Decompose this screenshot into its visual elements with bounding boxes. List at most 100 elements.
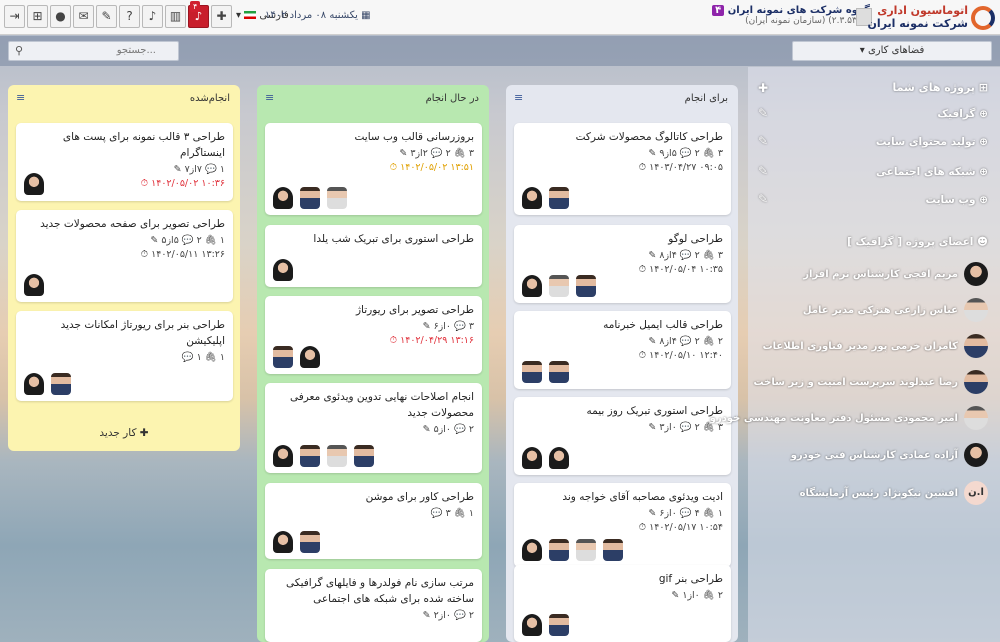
member-item[interactable]: رضا عبدلوند سرپرست امنیت و زیر ساخت bbox=[754, 370, 988, 394]
avatar bbox=[273, 187, 293, 209]
avatar bbox=[300, 445, 320, 467]
current-date: ▦ یکشنبه ۰۸ مرداد ۱۴۰۲ bbox=[265, 10, 371, 21]
puzzle-icon[interactable]: ✚ bbox=[211, 5, 232, 28]
avatar bbox=[576, 539, 596, 561]
member-item[interactable]: مریم افچی کارشناس نرم افزار bbox=[803, 262, 988, 286]
task-card[interactable]: ادیت ویدئوی مصاحبه آقای خواجه وند ۱ 🖇 ۴ 💬… bbox=[514, 483, 731, 567]
edit-icon[interactable]: ✎ bbox=[758, 192, 768, 206]
search-input[interactable]: جستجو... ⚲ bbox=[8, 41, 179, 61]
task-card[interactable]: طراحی ۳ قالب نمونه برای پست های اینستاگر… bbox=[16, 123, 233, 201]
avatar bbox=[522, 187, 542, 209]
task-card[interactable]: طراحی کاتالوگ محصولات شرکت ۳ 🖇 ۲ 💬 ۵از۹ ✎… bbox=[514, 123, 731, 215]
avatar bbox=[549, 614, 569, 636]
avatar bbox=[576, 275, 596, 297]
column-menu-icon[interactable]: ≡ bbox=[16, 91, 25, 104]
project-item[interactable]: ⊕ شبکه های اجتماعی bbox=[876, 166, 988, 178]
task-card[interactable]: طراحی تصویر برای صفحه محصولات جدید ۱ 🖇 ۲ … bbox=[16, 210, 233, 302]
avatar bbox=[964, 406, 988, 430]
avatar bbox=[273, 346, 293, 368]
task-card[interactable]: طراحی بنر برای ریورتاژ امکانات جدید اپلی… bbox=[16, 311, 233, 401]
column-todo: برای انجام ≡ طراحی کاتالوگ محصولات شرکت ۳… bbox=[506, 85, 738, 642]
help-icon[interactable]: ? bbox=[119, 5, 140, 28]
projects-title: ⊞ پروژه های شما bbox=[892, 81, 988, 94]
task-card[interactable]: طراحی استوری تبریک روز بیمه ۳ 🖇 ۲ 💬 ۰از۳ … bbox=[514, 397, 731, 475]
avatar bbox=[549, 275, 569, 297]
iran-flag-icon bbox=[244, 11, 257, 19]
org-subtitle: (۲.۳.۵۳۰۱) (سازمان نمونه ایران) bbox=[745, 16, 870, 26]
org-chart-icon[interactable]: ⊞ bbox=[27, 5, 48, 28]
project-item[interactable]: ⊕ وب سایت bbox=[925, 194, 988, 206]
chat-icon[interactable]: ✉ bbox=[73, 5, 94, 28]
avatar bbox=[964, 370, 988, 394]
edit-icon[interactable]: ✎ bbox=[758, 106, 768, 120]
avatar-initials: ا.ن bbox=[964, 481, 988, 505]
task-card[interactable]: طراحی قالب ایمیل خبرنامه ۲ 🖇 ۲ 💬 ۴از۸ ✎ ۱۲… bbox=[514, 311, 731, 389]
avatar bbox=[549, 539, 569, 561]
logout-icon[interactable]: ⇥ bbox=[4, 5, 25, 28]
task-card[interactable]: مرتب سازی نام فولدرها و فایلهای گرافیکی … bbox=[265, 569, 482, 642]
avatar bbox=[522, 275, 542, 297]
message-icon[interactable]: ✎ bbox=[96, 5, 117, 28]
task-card[interactable]: طراحی استوری برای تبریک شب یلدا bbox=[265, 225, 482, 287]
avatar bbox=[273, 259, 293, 281]
avatar bbox=[327, 187, 347, 209]
column-title: برای انجام bbox=[684, 93, 728, 104]
avatar bbox=[522, 447, 542, 469]
column-menu-icon[interactable]: ≡ bbox=[265, 91, 274, 104]
microphone-icon[interactable]: ♪ bbox=[142, 5, 163, 28]
add-project-icon[interactable]: ✚ bbox=[758, 81, 768, 95]
avatar bbox=[300, 346, 320, 368]
avatar bbox=[522, 614, 542, 636]
member-item[interactable]: کامران خرمی پور مدیر فناوری اطلاعات bbox=[763, 334, 988, 358]
brand: اتوماسیون اداری شرکت نمونه ایران bbox=[867, 4, 968, 30]
member-item[interactable]: امیر محمودی مسئول دفتر معاونت مهندسی خود… bbox=[710, 406, 988, 430]
avatar bbox=[24, 373, 44, 395]
task-card[interactable]: طراحی لوگو ۳ 🖇 ۲ 💬 ۴از۸ ✎ ۱۰:۳۵ ۱۴۰۲/۰۵/۰۴… bbox=[514, 225, 731, 303]
avatar bbox=[327, 445, 347, 467]
search-icon[interactable]: ⚲ bbox=[15, 44, 23, 57]
chart-icon[interactable]: ▥ bbox=[165, 5, 186, 28]
avatar bbox=[24, 173, 44, 195]
member-item[interactable]: آزاده عمادی کارشناس فنی خودرو bbox=[791, 443, 988, 467]
members-title: ☻ اعضای پروژه [ گرافیک ] bbox=[847, 236, 988, 248]
column-title: در حال انجام bbox=[425, 93, 479, 104]
org-badge: ۴ bbox=[712, 5, 725, 16]
avatar bbox=[273, 531, 293, 553]
organization-info[interactable]: گروه شرکت های نمونه ایران ۴ (۲.۳.۵۳۰۱) (… bbox=[712, 5, 870, 26]
avatar bbox=[51, 373, 71, 395]
avatar bbox=[964, 262, 988, 286]
avatar bbox=[354, 445, 374, 467]
brand-logo-icon bbox=[971, 6, 995, 30]
task-card[interactable]: طراحی تصویر برای ریورتاژ ۳ 💬 ۰از۶ ✎ ۱۳:۱۶ … bbox=[265, 296, 482, 374]
avatar bbox=[549, 447, 569, 469]
task-card[interactable]: طراحی بنر gif ۲ 🖇 ۰از۱ ✎ bbox=[514, 565, 731, 642]
avatar bbox=[964, 443, 988, 467]
user-icon[interactable]: ● bbox=[50, 5, 71, 28]
project-item[interactable]: ⊕ گرافیک bbox=[937, 108, 988, 120]
workspaces-dropdown[interactable]: فضاهای کاری ▾ bbox=[792, 41, 992, 61]
project-item[interactable]: ⊕ تولید محتوای سایت bbox=[876, 136, 988, 148]
add-task-button[interactable]: ✚ کار جدید bbox=[8, 427, 240, 439]
column-done: انجام‌شده ≡ طراحی ۳ قالب نمونه برای پست … bbox=[8, 85, 240, 451]
notification-badge: ۴ bbox=[190, 1, 201, 12]
avatar bbox=[24, 274, 44, 296]
avatar bbox=[549, 361, 569, 383]
task-card[interactable]: انجام اصلاحات نهایی تدوین ویدئوی معرفی م… bbox=[265, 383, 482, 473]
avatar bbox=[522, 539, 542, 561]
avatar bbox=[273, 445, 293, 467]
avatar bbox=[964, 298, 988, 322]
column-doing: در حال انجام ≡ بروزرسانی قالب وب سایت ۳ 🖇… bbox=[257, 85, 489, 642]
avatar bbox=[549, 187, 569, 209]
edit-icon[interactable]: ✎ bbox=[758, 134, 768, 148]
task-card[interactable]: بروزرسانی قالب وب سایت ۳ 🖇 ۲ 💬 ۲از۳ ✎ ۱۳:۵… bbox=[265, 123, 482, 215]
avatar bbox=[522, 361, 542, 383]
column-menu-icon[interactable]: ≡ bbox=[514, 91, 523, 104]
edit-icon[interactable]: ✎ bbox=[758, 164, 768, 178]
avatar bbox=[300, 531, 320, 553]
avatar bbox=[603, 539, 623, 561]
column-title: انجام‌شده bbox=[189, 93, 230, 104]
avatar bbox=[300, 187, 320, 209]
member-item[interactable]: ا.ن افشین نیکونژاد رئیس آزمایشگاه bbox=[800, 481, 988, 505]
member-item[interactable]: عباس زارعی هنزکی مدیر عامل bbox=[803, 298, 988, 322]
task-card[interactable]: طراحی کاور برای موشن ۱ 🖇 ۳ 💬 bbox=[265, 483, 482, 559]
